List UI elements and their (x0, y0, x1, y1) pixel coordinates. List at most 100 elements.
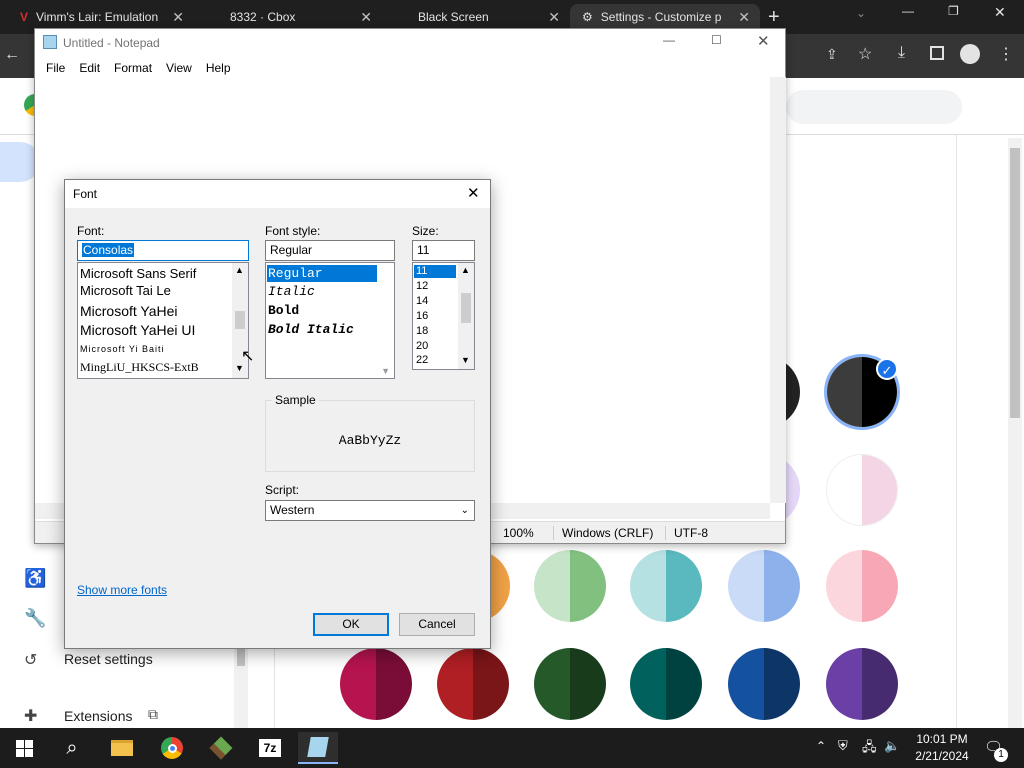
profile-avatar-icon[interactable] (960, 44, 980, 64)
tab-search-icon[interactable]: ⌄ (856, 6, 866, 20)
bookmark-star-icon[interactable]: ☆ (858, 44, 872, 64)
size-item[interactable]: 14 (416, 295, 428, 307)
theme-swatch-pink[interactable] (826, 550, 898, 622)
vimm-favicon-icon: V (20, 10, 29, 24)
font-style-item[interactable]: Italic (268, 284, 315, 299)
windows-start-icon[interactable] (4, 732, 44, 764)
theme-swatch-pink-light[interactable] (826, 454, 898, 526)
font-style-list[interactable]: Regular Italic Bold Bold Italic ▼ (265, 262, 395, 379)
maximize-icon[interactable]: ☐ (711, 33, 722, 47)
font-list-item[interactable]: Microsoft Yi Baiti (80, 344, 165, 354)
menu-file[interactable]: File (39, 57, 72, 79)
close-icon[interactable]: ✕ (360, 4, 372, 30)
menu-help[interactable]: Help (199, 57, 238, 79)
scroll-up-icon[interactable]: ▲ (461, 265, 470, 275)
scroll-down-icon[interactable]: ▼ (461, 355, 470, 365)
close-icon[interactable]: ✕ (172, 4, 184, 30)
font-style-item[interactable]: Bold (268, 303, 299, 318)
clock-time[interactable]: 10:01 PM (914, 732, 970, 746)
scrollbar-thumb[interactable] (461, 293, 471, 323)
dialog-title: Font (65, 180, 490, 208)
size-item[interactable]: 20 (416, 340, 428, 352)
search-icon[interactable]: ⌕ (52, 732, 92, 764)
font-style-item[interactable]: Bold Italic (268, 322, 354, 337)
theme-swatch-red[interactable] (437, 648, 509, 720)
font-list[interactable]: Microsoft Sans Serif Microsoft Tai Le Mi… (77, 262, 249, 379)
size-input[interactable]: 11 (412, 240, 475, 261)
menu-kebab-icon[interactable]: ⋮ (998, 44, 1014, 64)
side-panel-icon[interactable] (930, 46, 944, 60)
font-list-item[interactable]: Microsoft Sans Serif (80, 266, 196, 281)
back-icon[interactable]: ← (4, 46, 20, 64)
share-icon[interactable]: ⇪ (826, 46, 838, 63)
sidebar-item-extensions[interactable]: Extensions (64, 708, 132, 724)
chevron-up-icon[interactable]: ⌃ (816, 739, 826, 753)
close-icon[interactable]: ✕ (757, 32, 770, 50)
restore-icon[interactable]: ❐ (948, 4, 959, 18)
size-item-selected[interactable]: 11 (414, 265, 456, 278)
sample-label: Sample (272, 393, 319, 407)
font-style-input[interactable]: Regular (265, 240, 395, 261)
theme-swatch-purple[interactable] (826, 648, 898, 720)
menu-format[interactable]: Format (107, 57, 159, 79)
scroll-down-icon[interactable]: ▼ (381, 366, 390, 376)
close-icon[interactable]: ✕ (548, 4, 560, 30)
theme-swatch-navy[interactable] (728, 648, 800, 720)
minimize-icon[interactable]: — (902, 4, 914, 18)
size-list[interactable]: 11 12 14 16 18 20 22 ▲ ▼ (412, 262, 475, 370)
scrollbar-thumb[interactable] (235, 311, 245, 329)
close-window-icon[interactable]: ✕ (994, 4, 1006, 21)
settings-search-input[interactable] (786, 90, 962, 124)
font-list-item[interactable]: MingLiU_HKSCS-ExtB (80, 360, 199, 375)
7zip-icon[interactable]: 7z (250, 732, 290, 764)
theme-swatch-teal[interactable] (630, 550, 702, 622)
sample-text: AaBbYyZz (338, 433, 402, 448)
script-select[interactable]: Western ⌄ (265, 500, 475, 521)
new-tab-button[interactable]: + (768, 4, 780, 30)
ok-button[interactable]: OK (313, 613, 389, 636)
volume-muted-icon[interactable]: 🔈 (884, 738, 900, 754)
font-list-item[interactable]: Microsoft YaHei (80, 303, 178, 319)
cancel-button[interactable]: Cancel (399, 613, 475, 636)
notepad-menubar: File Edit Format View Help (35, 57, 785, 79)
chrome-icon[interactable] (152, 732, 192, 764)
system-wrench-icon[interactable]: 🔧 (24, 608, 46, 629)
minecraft-icon[interactable] (201, 732, 241, 764)
close-icon[interactable]: ✕ (467, 184, 480, 202)
accessibility-icon[interactable]: ♿ (24, 568, 46, 589)
theme-swatch-dark-green[interactable] (534, 648, 606, 720)
notepad-taskbar-icon[interactable] (298, 732, 338, 764)
size-item[interactable]: 16 (416, 310, 428, 322)
minimize-icon[interactable]: — (663, 33, 675, 47)
theme-swatch-magenta[interactable] (340, 648, 412, 720)
size-item[interactable]: 18 (416, 325, 428, 337)
sidebar-scrollbar[interactable] (234, 638, 248, 728)
font-list-item[interactable]: Microsoft Tai Le (80, 283, 171, 298)
status-line-ending: Windows (CRLF) (553, 526, 653, 540)
vertical-scrollbar[interactable] (770, 77, 786, 503)
font-style-item-selected[interactable]: Regular (267, 265, 377, 282)
file-explorer-icon[interactable] (102, 732, 142, 764)
size-list-scrollbar[interactable]: ▲ ▼ (458, 263, 474, 369)
theme-swatch-green[interactable] (534, 550, 606, 622)
theme-swatch-blue[interactable] (728, 550, 800, 622)
clock-date[interactable]: 2/21/2024 (914, 749, 970, 763)
scroll-up-icon[interactable]: ▲ (235, 265, 244, 275)
download-icon[interactable]: ⤓ (898, 44, 905, 62)
font-name-input[interactable]: Consolas (77, 240, 249, 261)
page-scrollbar[interactable] (1008, 138, 1022, 728)
menu-edit[interactable]: Edit (72, 57, 107, 79)
network-icon[interactable]: 🖧 (862, 738, 877, 760)
show-more-fonts-link[interactable]: Show more fonts (77, 583, 167, 597)
tab-title: Black Screen (418, 10, 489, 24)
size-item[interactable]: 12 (416, 280, 428, 292)
font-list-item[interactable]: Microsoft YaHei UI (80, 322, 195, 338)
close-icon[interactable]: ✕ (738, 4, 750, 30)
menu-view[interactable]: View (159, 57, 199, 79)
security-icon[interactable]: ⛨ (838, 738, 848, 754)
sidebar-item-reset-settings[interactable]: Reset settings (64, 651, 153, 667)
gear-icon: ⚙ (582, 10, 593, 24)
theme-swatch-dark-teal[interactable] (630, 648, 702, 720)
size-item[interactable]: 22 (416, 354, 428, 366)
script-label: Script: (265, 483, 300, 497)
